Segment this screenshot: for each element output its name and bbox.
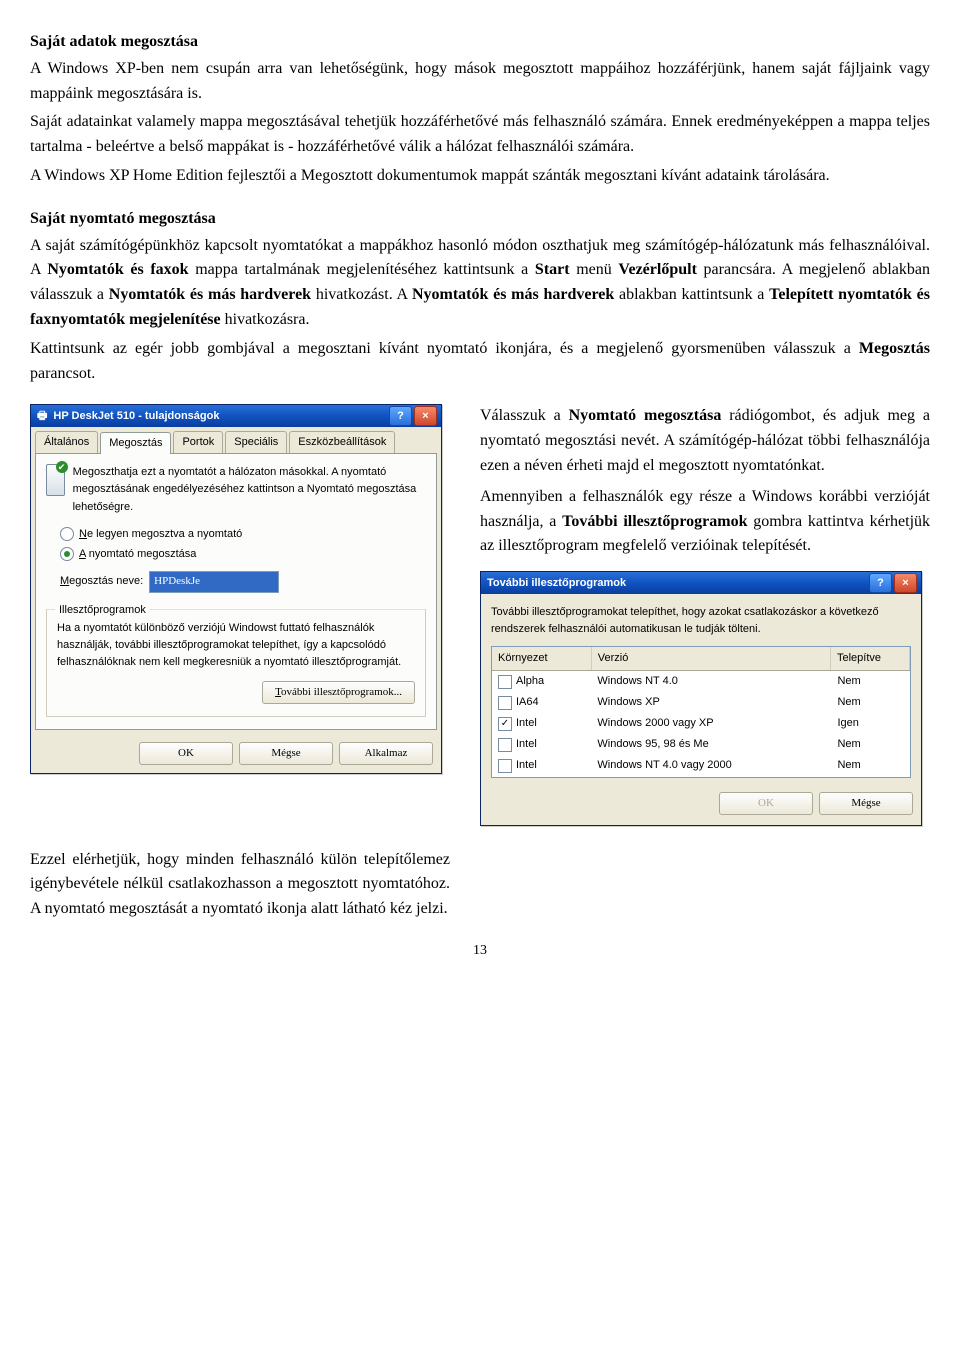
tab-sharing[interactable]: Megosztás	[100, 432, 171, 454]
drivers-group-title: Illesztőprogramok	[55, 602, 150, 619]
section1-p3: A Windows XP Home Edition fejlesztői a M…	[30, 164, 930, 189]
dialog1-titlebar[interactable]: 🖶 HP DeskJet 510 - tulajdonságok ? ×	[31, 405, 441, 427]
tab-general[interactable]: Általános	[35, 431, 98, 453]
drivers-list[interactable]: Környezet Verzió Telepítve AlphaWindows …	[491, 646, 911, 777]
printer-properties-dialog: 🖶 HP DeskJet 510 - tulajdonságok ? × Ált…	[30, 404, 442, 774]
dialog2-title: További illesztőprogramok	[487, 575, 867, 592]
apply-button[interactable]: Alkalmaz	[339, 742, 433, 765]
rightcol-p2: Amennyiben a felhasználók egy része a Wi…	[480, 485, 930, 559]
tab-advanced[interactable]: Speciális	[225, 431, 287, 453]
driver-checkbox[interactable]	[498, 738, 512, 752]
section2-title: Saját nyomtató megosztása	[30, 207, 930, 232]
driver-checkbox[interactable]	[498, 696, 512, 710]
cancel-button-2[interactable]: Mégse	[819, 792, 913, 815]
printer-icon: 🖶	[37, 408, 47, 425]
dialog1-title: HP DeskJet 510 - tulajdonságok	[53, 408, 387, 425]
section1-p1: A Windows XP-ben nem csupán arra van leh…	[30, 57, 930, 107]
help-button[interactable]: ?	[389, 406, 412, 426]
driver-checkbox[interactable]	[498, 759, 512, 773]
close-button-2[interactable]: ×	[894, 573, 917, 593]
list-header: Környezet Verzió Telepítve	[492, 647, 910, 671]
printer-share-icon	[46, 464, 65, 496]
dialog1-info: Megoszthatja ezt a nyomtatót a hálózaton…	[73, 464, 426, 515]
radio-share[interactable]	[60, 547, 74, 561]
section2-p2: Kattintsunk az egér jobb gombjával a meg…	[30, 337, 930, 387]
dialog1-tabs: Általános Megosztás Portok Speciális Esz…	[31, 427, 441, 453]
list-row[interactable]: IntelWindows 95, 98 és MeNem	[492, 734, 910, 755]
list-row[interactable]: AlphaWindows NT 4.0Nem	[492, 671, 910, 692]
extra-drivers-dialog: További illesztőprogramok ? × További il…	[480, 571, 922, 825]
tab-device[interactable]: Eszközbeállítások	[289, 431, 395, 453]
share-name-input[interactable]: HPDeskJe	[149, 571, 279, 593]
radio-noshare-row[interactable]: NNe legyen megosztva a nyomtatóe legyen …	[60, 526, 426, 543]
tab-ports[interactable]: Portok	[173, 431, 223, 453]
driver-checkbox[interactable]	[498, 675, 512, 689]
ok-button[interactable]: OK	[139, 742, 233, 765]
dialog2-titlebar[interactable]: További illesztőprogramok ? ×	[481, 572, 921, 594]
section1-title: Saját adatok megosztása	[30, 30, 930, 55]
page-number: 13	[30, 940, 930, 962]
extra-drivers-button[interactable]: További illesztőprogramok...További ille…	[262, 681, 415, 704]
help-button-2[interactable]: ?	[869, 573, 892, 593]
list-row[interactable]: IntelWindows 2000 vagy XPIgen	[492, 713, 910, 734]
section2-p1: A saját számítógépünkhöz kapcsolt nyomta…	[30, 234, 930, 333]
two-column-row: 🖶 HP DeskJet 510 - tulajdonságok ? × Ált…	[30, 404, 930, 825]
drivers-group-text: Ha a nyomtatót különböző verziójú Window…	[57, 620, 415, 671]
closing-p: Ezzel elérhetjük, hogy minden felhasznál…	[30, 848, 450, 922]
dialog2-info: További illesztőprogramokat telepíthet, …	[491, 604, 911, 638]
cancel-button[interactable]: Mégse	[239, 742, 333, 765]
list-row[interactable]: IntelWindows NT 4.0 vagy 2000Nem	[492, 755, 910, 776]
ok-button-2[interactable]: OK	[719, 792, 813, 815]
radio-share-row[interactable]: A nyomtató megosztásaA nyomtató megosztá…	[60, 546, 426, 563]
section1-p2: Saját adatainkat valamely mappa megosztá…	[30, 110, 930, 160]
driver-checkbox[interactable]	[498, 717, 512, 731]
close-button[interactable]: ×	[414, 406, 437, 426]
radio-noshare[interactable]	[60, 527, 74, 541]
rightcol-p1: Válasszuk a Nyomtató megosztása rádiógom…	[480, 404, 930, 478]
list-row[interactable]: IA64Windows XPNem	[492, 692, 910, 713]
